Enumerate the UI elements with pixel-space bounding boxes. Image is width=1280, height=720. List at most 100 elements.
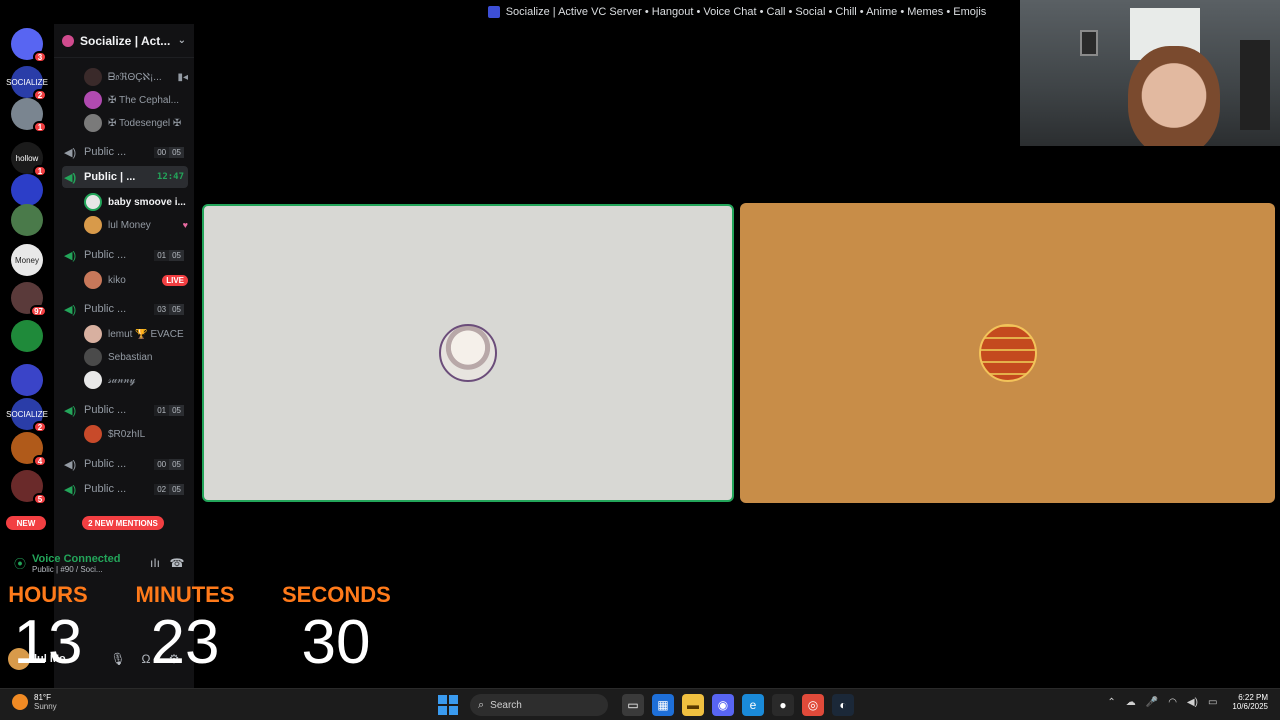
- hours-value: 13: [13, 608, 83, 677]
- notification-badge: 1: [33, 121, 47, 133]
- voice-channel[interactable]: ◀) Public ... 01 05: [62, 244, 188, 266]
- weather-widget[interactable]: 81°F Sunny: [12, 693, 57, 711]
- server-icon-server-6[interactable]: [11, 204, 43, 236]
- server-icon-server-13[interactable]: 5: [11, 470, 47, 505]
- new-servers-pill[interactable]: NEW: [6, 516, 46, 530]
- voice-channel-active[interactable]: ◀) Public | ... 12:47: [62, 166, 188, 188]
- clock[interactable]: 6:22 PM 10/6/2025: [1232, 693, 1268, 711]
- signal-icon[interactable]: ⦿: [8, 555, 32, 572]
- steam-icon[interactable]: ◐: [832, 694, 854, 716]
- task-view-icon[interactable]: ▭: [622, 694, 644, 716]
- voice-user[interactable]: $R0zhIL: [84, 423, 188, 445]
- speaker-icon: ◀): [64, 249, 77, 262]
- server-icon-server-9[interactable]: [11, 320, 43, 352]
- user-count: 00 05: [154, 458, 184, 470]
- notification-badge: 2: [33, 89, 47, 101]
- voice-user[interactable]: ᗷ𝔬ℜΘÇℵ¡... ▮◂: [84, 66, 188, 88]
- voice-user[interactable]: ✠ The Cephal...: [84, 89, 188, 111]
- server-icon-server-8[interactable]: 97: [11, 282, 47, 317]
- weather-temp: 81°F: [34, 693, 51, 702]
- notification-badge: 2: [33, 421, 47, 433]
- voice-channel[interactable]: ◀) Public ... 00 05: [62, 453, 188, 475]
- battery-icon[interactable]: ▭: [1208, 697, 1217, 708]
- discord-icon[interactable]: ◉: [712, 694, 734, 716]
- wifi-icon[interactable]: ◠: [1168, 697, 1177, 708]
- notification-badge: 4: [33, 455, 47, 467]
- system-tray: ⌃ ☁ 🎤 ◠ ◀) ▭ 6:22 PM 10/6/2025: [1102, 693, 1268, 711]
- voice-channel[interactable]: ◀) Public ... 03 05: [62, 298, 188, 320]
- server-icon-hollow[interactable]: hollow 1: [11, 142, 47, 177]
- avatar: [84, 271, 102, 289]
- store-icon[interactable]: ▦: [652, 694, 674, 716]
- server-icon-discord-home[interactable]: 3: [11, 28, 47, 63]
- voice-user[interactable]: 𝓈𝓊𝓃𝓃𝓎: [84, 369, 188, 391]
- voice-user[interactable]: baby smoove i...: [84, 191, 188, 213]
- server-label: Money: [14, 255, 39, 265]
- notification-badge: 3: [33, 51, 47, 63]
- chrome-icon[interactable]: ◎: [802, 694, 824, 716]
- voice-user[interactable]: lul Money ♥: [84, 214, 188, 236]
- server-icon: [487, 6, 500, 18]
- server-icon-server-5[interactable]: [11, 174, 43, 206]
- taskbar-search[interactable]: ⌕ Search: [470, 694, 608, 716]
- voice-channel[interactable]: ◀) Public ... 01 05: [62, 399, 188, 421]
- edge-icon[interactable]: e: [742, 694, 764, 716]
- server-label: SOCIALIZE: [6, 77, 48, 87]
- speaker-icon: ◀): [64, 404, 77, 417]
- guild-header[interactable]: Socialize | Act... ⌄: [54, 24, 194, 58]
- server-label: SOCIALIZE: [6, 409, 48, 419]
- chevron-up-icon[interactable]: ⌃: [1107, 697, 1115, 708]
- participant-avatar: [978, 324, 1037, 382]
- speaker-icon: ◀): [64, 458, 77, 471]
- voice-channel-path[interactable]: Public | #90 / Soci...: [32, 565, 144, 574]
- webcam-overlay: [1020, 0, 1280, 146]
- avatar: [84, 425, 102, 443]
- webcam-picture-frame: [1080, 30, 1098, 56]
- live-badge: LIVE: [162, 274, 188, 286]
- voice-channel[interactable]: ◀) Public ... 00 05: [62, 141, 188, 163]
- user-count: 00 05: [154, 146, 184, 158]
- notification-badge: 1: [33, 165, 47, 177]
- webcam-shelf: [1240, 40, 1270, 130]
- voice-status[interactable]: Voice Connected: [32, 553, 144, 565]
- video-tile[interactable]: [740, 203, 1275, 503]
- server-icon-money[interactable]: Money: [11, 244, 43, 276]
- speaker-icon: ◀): [64, 146, 77, 159]
- user-count: 03 05: [154, 303, 184, 315]
- avatar: [84, 114, 102, 132]
- voice-channel[interactable]: ◀) Public ... 02 05: [62, 478, 188, 500]
- cloud-icon[interactable]: ☁: [1126, 697, 1136, 708]
- server-icon-socialize[interactable]: SOCIALIZE 2: [6, 66, 48, 101]
- microphone-tray-icon[interactable]: 🎤: [1146, 697, 1158, 708]
- new-mentions-pill[interactable]: 2 NEW MENTIONS: [82, 516, 164, 530]
- server-icon-server-3[interactable]: 1: [11, 98, 47, 133]
- channel-timer: 12:47: [156, 172, 184, 182]
- app-icon[interactable]: ●: [772, 694, 794, 716]
- voice-user[interactable]: lemut 🏆 EVACE: [84, 323, 188, 345]
- notification-badge: 97: [30, 305, 47, 317]
- search-icon: ⌕: [478, 698, 485, 711]
- volume-icon[interactable]: ◀): [1187, 697, 1198, 708]
- seconds-label: SECONDS: [282, 582, 391, 607]
- guild-name: Socialize | Act...: [80, 33, 171, 48]
- file-explorer-icon[interactable]: ▬: [682, 694, 704, 716]
- server-icon-socialize-2[interactable]: SOCIALIZE 2: [6, 398, 48, 433]
- speaker-icon: ◀): [64, 483, 77, 496]
- clock-date: 10/6/2025: [1232, 702, 1268, 711]
- minutes-value: 23: [150, 608, 220, 677]
- avatar: [84, 371, 102, 389]
- voice-user[interactable]: ✠ Todesengel ✠: [84, 112, 188, 134]
- server-icon-folder[interactable]: [11, 364, 43, 396]
- noise-suppression-icon[interactable]: ıIı: [144, 556, 166, 570]
- server-icon-server-12[interactable]: 4: [11, 432, 47, 467]
- video-tile-speaking[interactable]: [202, 204, 734, 502]
- voice-user[interactable]: Sebastian: [84, 346, 188, 368]
- voice-user[interactable]: kiko LIVE: [84, 269, 188, 291]
- chevron-down-icon: ⌄: [177, 35, 186, 46]
- video-icon: ▮◂: [177, 71, 188, 83]
- avatar: [84, 68, 102, 86]
- disconnect-icon[interactable]: ☎: [166, 556, 188, 570]
- clock-time: 6:22 PM: [1238, 693, 1268, 702]
- avatar: [84, 348, 102, 366]
- start-button[interactable]: [438, 695, 458, 715]
